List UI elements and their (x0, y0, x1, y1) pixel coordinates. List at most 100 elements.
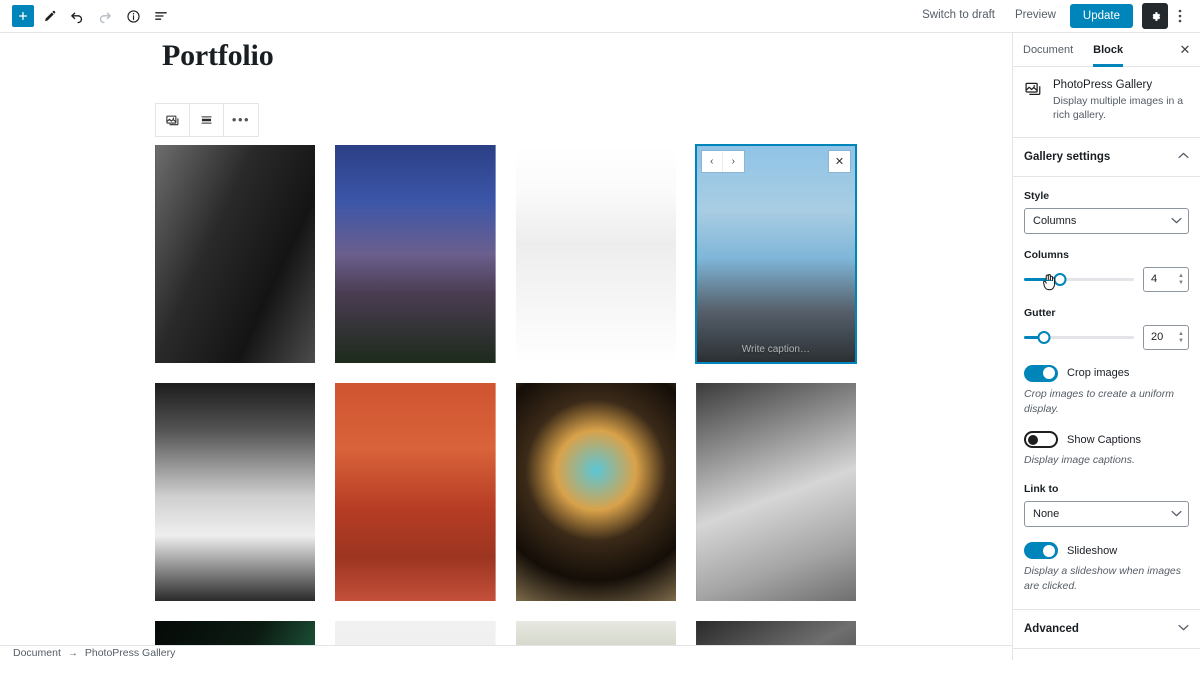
gutter-number-input[interactable]: 20 ▲ ▼ (1143, 324, 1189, 350)
show-captions-toggle[interactable] (1024, 431, 1058, 449)
style-field: Style Columns (1024, 190, 1189, 234)
show-captions-label: Show Captions (1067, 433, 1141, 446)
switch-to-draft-button[interactable]: Switch to draft (912, 5, 1005, 27)
gallery-image[interactable] (335, 383, 496, 601)
gallery-settings-title: Gallery settings (1024, 150, 1111, 163)
image-move-controls: ‹ › (701, 151, 744, 172)
gallery-block-icon (1024, 79, 1044, 123)
gutter-slider-thumb[interactable] (1037, 330, 1051, 344)
chevron-down-icon (1178, 624, 1189, 634)
style-select[interactable]: Columns (1024, 207, 1189, 234)
block-toolbar: ••• (155, 103, 259, 137)
slideshow-toggle[interactable] (1024, 542, 1058, 560)
gallery-settings-section-header[interactable]: Gallery settings (1013, 138, 1200, 177)
pencil-icon (44, 10, 55, 21)
columns-stepper[interactable]: ▲ ▼ (1178, 273, 1184, 286)
gallery-image[interactable] (335, 145, 496, 363)
block-type-button[interactable] (156, 104, 190, 136)
gutter-field: Gutter 20 ▲ ▼ (1024, 307, 1189, 350)
gallery-image[interactable] (155, 145, 316, 363)
block-navigation-button[interactable] (148, 3, 174, 29)
align-icon (201, 116, 212, 124)
gutter-number-value: 20 (1151, 331, 1164, 344)
gallery-image[interactable] (515, 383, 676, 601)
breadcrumb-block[interactable]: PhotoPress Gallery (85, 647, 175, 659)
page-title[interactable]: Portfolio (162, 39, 274, 73)
gallery-item[interactable] (155, 383, 316, 601)
gallery-item[interactable] (515, 383, 676, 601)
gallery-item[interactable] (515, 145, 676, 363)
columns-number-value: 4 (1151, 273, 1158, 286)
link-to-select-value: None (1033, 508, 1060, 521)
columns-number-input[interactable]: 4 ▲ ▼ (1143, 266, 1189, 292)
columns-stepper-up-icon[interactable]: ▲ (1178, 273, 1184, 279)
close-sidebar-button[interactable]: ✕ (1170, 33, 1200, 66)
post-canvas[interactable]: Portfolio ••• ‹ › ✕ Write caption… (0, 33, 1012, 660)
block-card-title: PhotoPress Gallery (1053, 79, 1153, 91)
info-circle-icon (126, 9, 140, 23)
image-caption-input[interactable]: Write caption… (696, 344, 856, 355)
breadcrumb-document[interactable]: Document (13, 647, 61, 659)
gallery-image[interactable] (695, 383, 856, 601)
block-align-button[interactable] (190, 104, 224, 136)
sidebar-tabs: Document Block ✕ (1013, 33, 1200, 67)
gutter-label: Gutter (1024, 306, 1056, 319)
settings-sidebar: Document Block ✕ PhotoPress Gallery Disp… (1012, 33, 1200, 660)
gallery-image[interactable]: ‹ › ✕ Write caption… (694, 144, 858, 364)
slideshow-help: Display a slideshow when images are clic… (1024, 565, 1181, 592)
editor-top-bar: Switch to draft Preview Update (0, 0, 1200, 33)
gallery-image[interactable] (515, 145, 676, 363)
photopress-gallery-grid[interactable]: ‹ › ✕ Write caption… (155, 144, 858, 660)
remove-image-button[interactable]: ✕ (829, 151, 850, 172)
kebab-menu-icon (1178, 9, 1182, 23)
gallery-item[interactable] (155, 145, 316, 363)
preview-button[interactable]: Preview (1005, 5, 1066, 27)
edit-mode-button[interactable] (36, 3, 62, 29)
gutter-stepper-down-icon[interactable]: ▼ (1178, 338, 1184, 344)
gallery-item[interactable] (335, 145, 496, 363)
redo-arrow-icon (99, 12, 111, 24)
update-button[interactable]: Update (1069, 4, 1133, 28)
tab-block[interactable]: Block (1083, 33, 1133, 67)
block-info-card: PhotoPress Gallery Display multiple imag… (1013, 67, 1200, 138)
undo-button[interactable] (64, 3, 90, 29)
link-to-label: Link to (1024, 483, 1059, 496)
gutter-stepper-up-icon[interactable]: ▲ (1178, 331, 1184, 337)
columns-stepper-down-icon[interactable]: ▼ (1178, 280, 1184, 286)
slideshow-row: Slideshow (1024, 542, 1189, 560)
crop-images-help: Crop images to create a uniform display. (1024, 387, 1174, 415)
show-captions-row: Show Captions (1024, 431, 1189, 449)
settings-button[interactable] (1142, 3, 1168, 29)
columns-slider-thumb[interactable] (1053, 272, 1067, 286)
block-card-description: Display multiple images in a rich galler… (1053, 95, 1184, 122)
tab-document[interactable]: Document (1013, 33, 1083, 66)
gallery-block-icon-svg (1025, 82, 1041, 95)
gear-icon (1152, 11, 1160, 21)
gallery-item[interactable] (695, 383, 856, 601)
plus-icon (19, 12, 27, 20)
crop-images-toggle[interactable] (1024, 364, 1058, 382)
gallery-image[interactable] (155, 383, 316, 601)
editor-canvas-area: Portfolio ••• ‹ › ✕ Write caption… Docum… (0, 33, 1012, 660)
advanced-title: Advanced (1024, 623, 1079, 636)
columns-label: Columns (1024, 248, 1069, 261)
crop-images-row: Crop images (1024, 364, 1189, 382)
add-block-button[interactable] (12, 5, 34, 27)
move-image-left-button[interactable]: ‹ (701, 151, 723, 172)
advanced-section-header[interactable]: Advanced (1013, 609, 1200, 650)
link-to-select[interactable]: None (1024, 501, 1189, 528)
gallery-item[interactable]: ‹ › ✕ Write caption… (694, 144, 858, 364)
columns-slider[interactable] (1024, 271, 1134, 291)
slideshow-label: Slideshow (1067, 544, 1118, 557)
more-tools-button[interactable] (1168, 3, 1192, 29)
style-label: Style (1024, 189, 1050, 202)
gallery-item[interactable] (335, 383, 496, 601)
gutter-stepper[interactable]: ▲ ▼ (1178, 331, 1184, 344)
content-info-button[interactable] (120, 3, 146, 29)
block-more-options-button[interactable]: ••• (224, 104, 258, 136)
link-to-field: Link to None (1024, 483, 1189, 528)
gutter-slider[interactable] (1024, 329, 1134, 345)
move-image-right-button[interactable]: › (722, 151, 744, 172)
chevron-up-icon (1178, 152, 1189, 162)
redo-button[interactable] (92, 3, 118, 29)
